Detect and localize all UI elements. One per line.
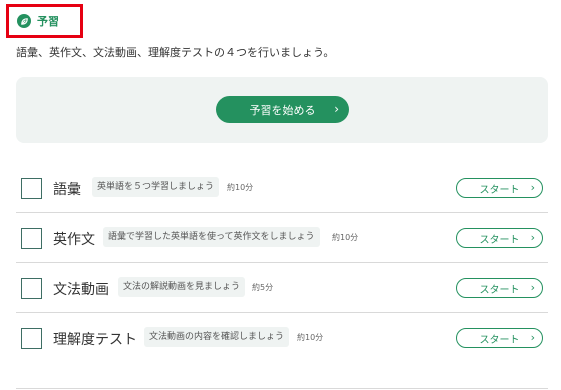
task-time: 約10分: [227, 183, 254, 192]
task-name: 英作文: [53, 232, 95, 248]
divider: [16, 388, 548, 389]
start-label: スタート: [479, 334, 520, 346]
task-description: 英単語を５つ学習しましょう: [92, 177, 220, 197]
task-list: 語彙 英単語を５つ学習しましょう 約10分 スタート › 英作文 語彙で学習した…: [16, 163, 548, 363]
checkbox[interactable]: [21, 328, 42, 349]
start-label: スタート: [479, 184, 520, 196]
task-time: 約10分: [297, 333, 324, 342]
task-description: 文法の解説動画を見ましょう: [118, 277, 246, 297]
intro-text: 語彙、英作文、文法動画、理解度テストの４つを行いましょう。: [16, 46, 335, 59]
task-description: 文法動画の内容を確認しましょう: [144, 327, 290, 347]
task-row-vocabulary: 語彙 英単語を５つ学習しましょう 約10分 スタート ›: [16, 163, 548, 213]
section-title: 予習: [37, 15, 59, 28]
start-label: スタート: [479, 234, 520, 246]
start-button[interactable]: スタート ›: [456, 228, 543, 248]
section-header: 予習: [6, 4, 83, 38]
chevron-right-icon: ›: [530, 231, 535, 244]
chevron-right-icon: ›: [334, 102, 339, 116]
task-row-composition: 英作文 語彙で学習した英単語を使って英作文をしましょう 約10分 スタート ›: [16, 213, 548, 263]
task-name: 語彙: [53, 182, 81, 198]
task-name: 理解度テスト: [53, 332, 137, 348]
checkbox[interactable]: [21, 178, 42, 199]
checkbox[interactable]: [21, 278, 42, 299]
start-button[interactable]: スタート ›: [456, 178, 543, 198]
checkbox[interactable]: [21, 228, 42, 249]
task-name: 文法動画: [53, 282, 109, 298]
start-preview-label: 予習を始める: [249, 103, 316, 117]
chevron-right-icon: ›: [530, 281, 535, 294]
start-button[interactable]: スタート ›: [456, 328, 543, 348]
task-row-comprehension-test: 理解度テスト 文法動画の内容を確認しましょう 約10分 スタート ›: [16, 313, 548, 363]
task-time: 約10分: [332, 233, 359, 242]
start-preview-button[interactable]: 予習を始める ›: [216, 96, 349, 123]
chevron-right-icon: ›: [530, 181, 535, 194]
start-label: スタート: [479, 284, 520, 296]
chevron-right-icon: ›: [530, 331, 535, 344]
task-description: 語彙で学習した英単語を使って英作文をしましょう: [103, 227, 320, 247]
leaf-icon: [17, 14, 31, 28]
start-button[interactable]: スタート ›: [456, 278, 543, 298]
task-row-grammar-video: 文法動画 文法の解説動画を見ましょう 約5分 スタート ›: [16, 263, 548, 313]
task-time: 約5分: [252, 283, 274, 292]
start-panel: 予習を始める ›: [16, 77, 548, 143]
